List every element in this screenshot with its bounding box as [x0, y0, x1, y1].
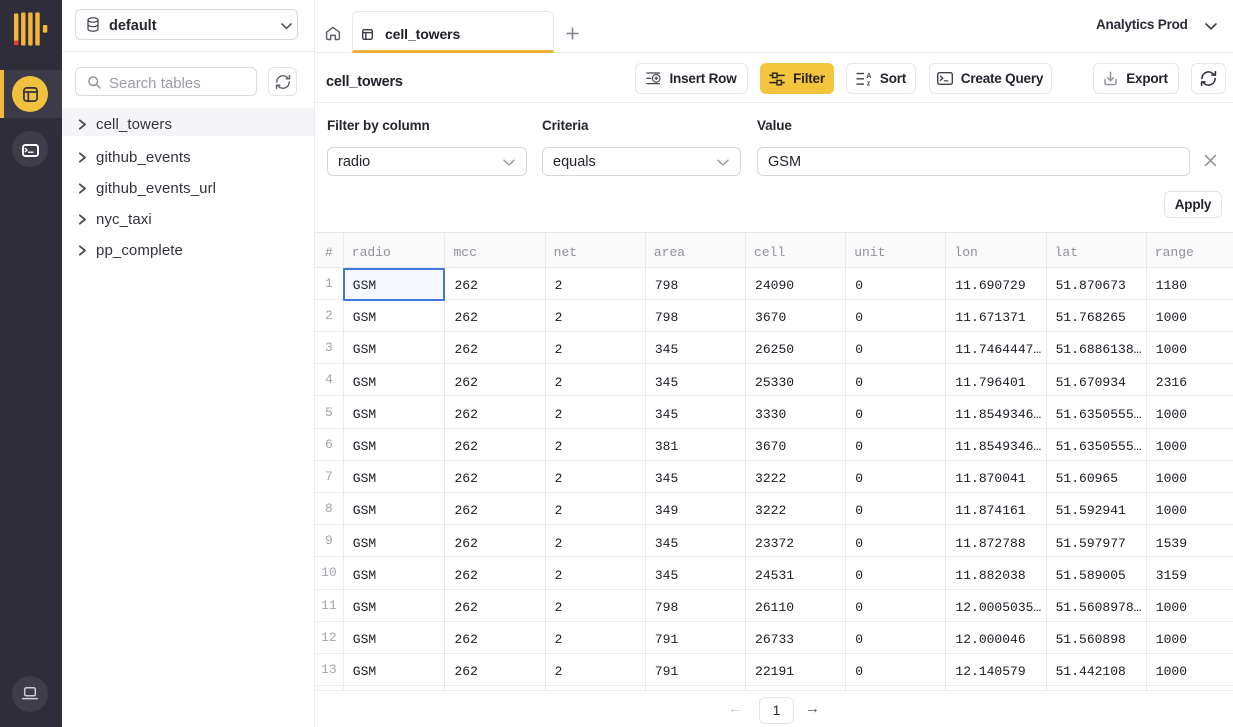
svg-text:A: A — [866, 72, 871, 79]
svg-text:z: z — [867, 80, 871, 85]
